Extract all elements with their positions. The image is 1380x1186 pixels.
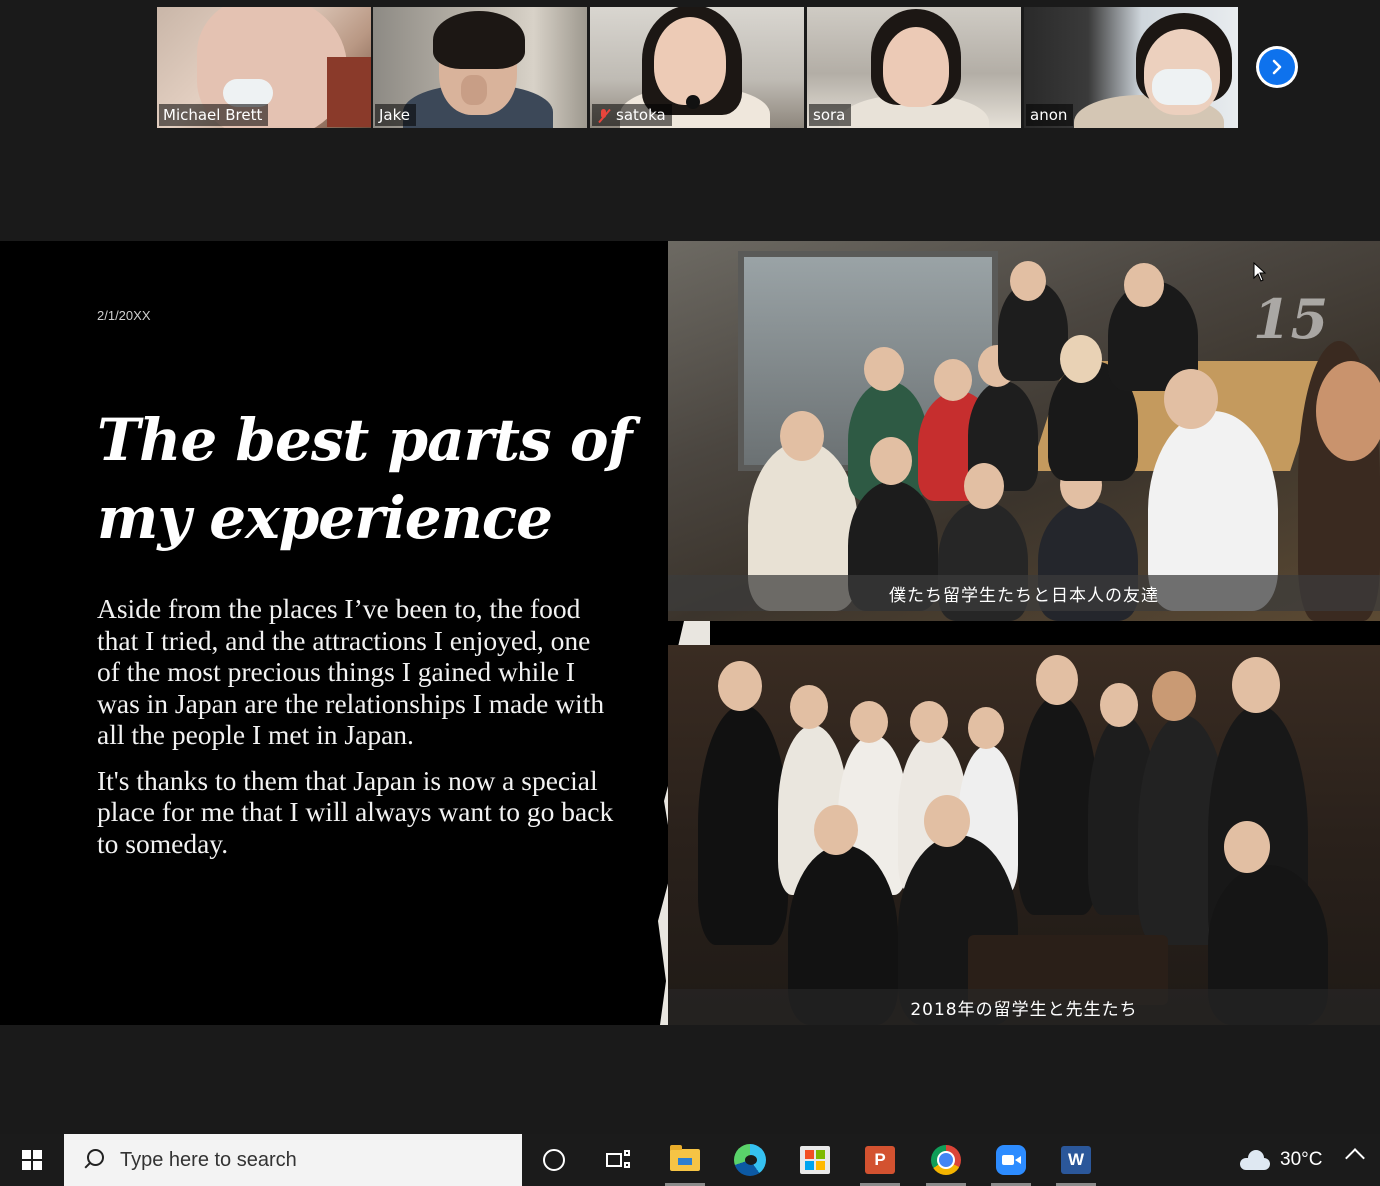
chevron-up-icon[interactable]	[1345, 1148, 1365, 1168]
slide-title: The best parts of my experience	[97, 406, 632, 552]
next-page-button[interactable]	[1256, 46, 1298, 88]
start-button[interactable]	[0, 1134, 64, 1186]
search-icon	[80, 1147, 106, 1173]
slide-paragraph: Aside from the places I’ve been to, the …	[97, 593, 605, 750]
taskbar-search-box[interactable]	[64, 1134, 522, 1186]
participant-tile-jake[interactable]: Jake	[373, 7, 587, 128]
participant-name-label: satoka	[592, 104, 672, 126]
microphone-muted-icon	[596, 108, 611, 123]
participant-name-label: sora	[809, 104, 852, 126]
word-icon: W	[1061, 1146, 1091, 1174]
chrome-button[interactable]	[926, 1140, 966, 1186]
chevron-right-icon	[1259, 49, 1295, 85]
word-button[interactable]: W	[1056, 1140, 1096, 1186]
cloud-icon	[1240, 1150, 1270, 1170]
powerpoint-button[interactable]: P	[860, 1140, 900, 1186]
participant-tile-satoka[interactable]: satoka	[590, 7, 804, 128]
slide-date: 2/1/20XX	[97, 308, 151, 323]
folder-icon	[670, 1145, 700, 1171]
windows-taskbar: P W 30°C	[0, 1134, 1380, 1186]
search-input[interactable]	[120, 1148, 500, 1172]
store-button[interactable]	[795, 1140, 835, 1180]
zoom-button[interactable]	[991, 1140, 1031, 1186]
windows-logo-icon	[22, 1150, 42, 1170]
participant-gallery-strip: Michael Brett Jake satoka sora anon	[0, 0, 1380, 240]
edge-button[interactable]	[730, 1140, 770, 1180]
slide-number-watermark: 15	[1253, 287, 1329, 351]
photo-caption: 僕たち留学生たちと日本人の友達	[668, 575, 1380, 611]
store-icon	[800, 1146, 830, 1174]
participant-name-label: anon	[1026, 104, 1074, 126]
mouse-cursor-icon	[1253, 262, 1267, 282]
slide-paragraph: It's thanks to them that Japan is now a …	[97, 764, 614, 859]
powerpoint-icon: P	[865, 1146, 895, 1174]
zoom-meeting-window: Michael Brett Jake satoka sora anon 2/1/…	[0, 0, 1380, 1186]
slide-photo-column: 僕たち留学生たちと日本人の友達 15 2018年の留学生と先生たち	[650, 241, 1380, 1025]
task-view-icon	[606, 1150, 630, 1170]
file-explorer-button[interactable]	[665, 1140, 705, 1186]
shared-screen-slide: 2/1/20XX The best parts of my experience…	[0, 241, 1380, 1025]
task-view-button[interactable]	[598, 1140, 638, 1180]
edge-browser-icon	[734, 1144, 766, 1176]
cortana-button[interactable]	[534, 1140, 574, 1180]
slide-body: Aside from the places I’ve been to, the …	[97, 593, 617, 873]
group-photo-friends: 僕たち留学生たちと日本人の友達 15	[668, 241, 1380, 621]
group-photo-teachers: 2018年の留学生と先生たち	[668, 645, 1380, 1025]
participant-tile-sora[interactable]: sora	[807, 7, 1021, 128]
zoom-icon	[996, 1145, 1026, 1175]
participant-name-label: Michael Brett	[159, 104, 269, 126]
photo-caption: 2018年の留学生と先生たち	[668, 989, 1380, 1025]
temperature-label: 30°C	[1280, 1149, 1323, 1170]
participant-tile-anon[interactable]: anon	[1024, 7, 1238, 128]
weather-widget[interactable]: 30°C	[1240, 1134, 1322, 1186]
participant-tile-michael-brett[interactable]: Michael Brett	[157, 7, 371, 128]
cortana-icon	[543, 1149, 565, 1171]
chrome-icon	[931, 1145, 961, 1175]
participant-name-label: Jake	[375, 104, 416, 126]
